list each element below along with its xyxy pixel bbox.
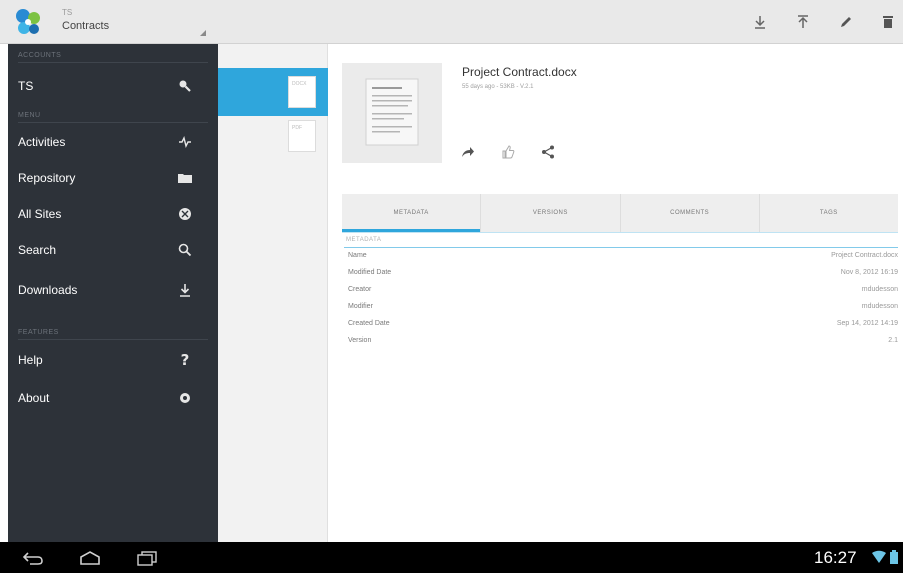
app-screen: TS Contracts ACCOUNTS TS MENU Activities… <box>0 0 903 573</box>
sidebar-item-label: All Sites <box>18 207 62 221</box>
thumbnail-label: PDF <box>292 125 302 131</box>
sidebar-item-help[interactable]: Help ? <box>8 342 218 378</box>
metadata-row: Creator mdudesson <box>348 286 898 297</box>
document-thumbnail[interactable]: PDF <box>288 120 316 152</box>
system-bar: 16:27 <box>0 542 903 573</box>
action-bar: TS Contracts <box>0 0 903 44</box>
section-divider <box>18 62 208 63</box>
metadata-row: Modified Date Nov 8, 2012 16:19 <box>348 269 898 280</box>
metadata-value: mdudesson <box>861 286 898 293</box>
metadata-row: Version 2.1 <box>348 337 898 348</box>
share-alt-icon[interactable] <box>538 142 558 162</box>
sidebar-item-label: Downloads <box>18 283 78 297</box>
gear-icon <box>174 387 196 409</box>
sidebar-item-search[interactable]: Search <box>8 232 218 268</box>
navigation-drawer: ACCOUNTS TS MENU Activities Repository A… <box>8 44 218 542</box>
sites-icon <box>174 203 196 225</box>
download-icon[interactable] <box>748 10 772 34</box>
account-subtitle: TS <box>62 8 73 17</box>
accounts-section-header: ACCOUNTS <box>18 52 62 59</box>
sidebar-item-all-sites[interactable]: All Sites <box>8 196 218 232</box>
metadata-key: Creator <box>348 286 372 293</box>
account-label: TS <box>18 79 34 93</box>
sidebar-item-repository[interactable]: Repository <box>8 160 218 196</box>
search-icon <box>174 239 196 261</box>
tab-versions[interactable]: VERSIONS <box>481 194 621 232</box>
list-item-selected[interactable]: DOCX <box>218 68 328 116</box>
thumbnail-label: DOCX <box>292 81 307 87</box>
delete-icon[interactable] <box>876 10 900 34</box>
sidebar-item-about[interactable]: About <box>8 380 218 416</box>
tab-metadata[interactable]: METADATA <box>342 194 482 232</box>
metadata-row: Modifier mdudesson <box>348 303 898 314</box>
battery-icon <box>890 550 898 569</box>
activities-icon <box>174 131 196 153</box>
document-list: DOCX PDF <box>218 44 328 542</box>
metadata-section-header: METADATA <box>346 237 382 243</box>
metadata-value: mdudesson <box>861 303 898 310</box>
detail-tabs: METADATA VERSIONS COMMENTS TAGS <box>342 194 898 232</box>
section-divider <box>18 339 208 340</box>
sidebar-item-label: Repository <box>18 171 76 185</box>
metadata-value: Project Contract.docx <box>831 252 898 259</box>
help-icon: ? <box>180 351 190 369</box>
edit-icon[interactable] <box>834 10 858 34</box>
account-search-icon[interactable] <box>174 75 196 97</box>
metadata-key: Modified Date <box>348 269 392 276</box>
app-logo-icon[interactable] <box>12 6 44 38</box>
metadata-key: Version <box>348 337 372 344</box>
document-details: Project Contract.docx 55 days ago - 53KB… <box>330 44 903 542</box>
folder-title: Contracts <box>62 20 110 32</box>
tab-tags[interactable]: TAGS <box>760 194 898 232</box>
section-divider <box>18 122 208 123</box>
metadata-value: Nov 8, 2012 16:19 <box>840 269 898 276</box>
metadata-value: 2.1 <box>888 337 898 344</box>
metadata-key: Modifier <box>348 303 373 310</box>
wifi-icon <box>871 550 887 569</box>
sidebar-item-activities[interactable]: Activities <box>8 124 218 160</box>
sidebar-item-label: About <box>18 391 50 405</box>
metadata-key: Created Date <box>348 320 390 327</box>
sidebar-item-downloads[interactable]: Downloads <box>8 272 218 308</box>
features-section-header: FEATURES <box>18 329 59 336</box>
sidebar-item-label: Search <box>18 243 57 257</box>
download-icon <box>174 279 196 301</box>
upload-icon[interactable] <box>791 10 815 34</box>
document-name: Project Contract.docx <box>462 65 577 79</box>
home-icon[interactable] <box>77 547 103 569</box>
spinner-indicator <box>200 30 206 36</box>
folder-icon <box>174 167 196 189</box>
like-icon[interactable] <box>498 142 518 162</box>
back-icon[interactable] <box>20 547 46 569</box>
sidebar-item-label: Activities <box>18 135 66 149</box>
recent-apps-icon[interactable] <box>134 547 160 569</box>
metadata-key: Name <box>348 252 367 259</box>
share-icon[interactable] <box>458 142 478 162</box>
metadata-value: Sep 14, 2012 14:19 <box>836 320 898 327</box>
document-meta: 55 days ago - 53KB - V.2.1 <box>462 84 534 90</box>
metadata-divider <box>344 247 898 248</box>
metadata-row: Created Date Sep 14, 2012 14:19 <box>348 320 898 331</box>
document-thumbnail: DOCX <box>288 76 316 108</box>
sidebar-item-label: Help <box>18 353 43 367</box>
metadata-row: Name Project Contract.docx <box>348 252 898 263</box>
document-preview[interactable] <box>342 63 442 163</box>
menu-section-header: MENU <box>18 112 41 119</box>
account-item[interactable]: TS <box>8 68 218 104</box>
status-clock: 16:27 <box>814 548 857 567</box>
tab-comments[interactable]: COMMENTS <box>621 194 760 232</box>
tab-divider <box>342 232 898 233</box>
title-spinner[interactable]: TS Contracts <box>62 8 109 34</box>
